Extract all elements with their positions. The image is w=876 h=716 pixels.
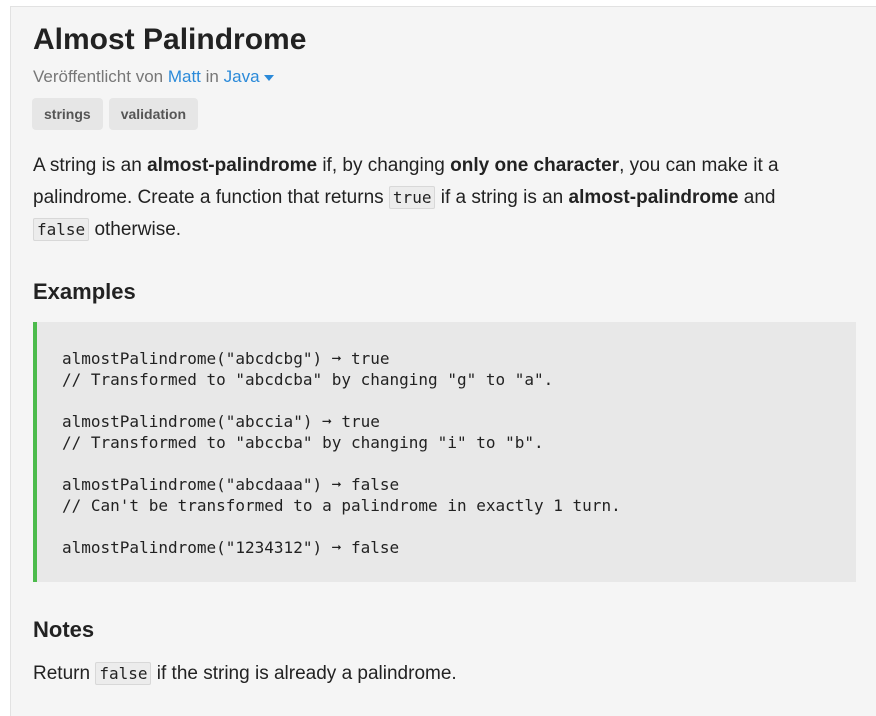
byline: Veröffentlicht von Matt in Java (33, 67, 274, 87)
challenge-panel: Almost Palindrome Veröffentlicht von Mat… (10, 6, 876, 716)
notes-heading: Notes (33, 617, 95, 642)
examples-heading: Examples (33, 279, 136, 304)
chevron-down-icon (263, 74, 274, 81)
tag-strings[interactable]: strings (32, 98, 103, 130)
notes-text: Return false if the string is already a … (33, 662, 457, 685)
note-text: if the string is already a palindrome. (151, 663, 457, 684)
desc-emphasis: only one character (450, 155, 620, 176)
byline-prefix: Veröffentlicht von (33, 67, 164, 86)
examples-code-block: almostPalindrome("abcdcbg") ➞ true // Tr… (33, 322, 856, 582)
code-line: almostPalindrome("abcdaaa") ➞ false (62, 475, 400, 494)
challenge-title: Almost Palindrome (33, 23, 307, 56)
desc-text: if, by changing (317, 155, 451, 176)
code-line: almostPalindrome("abccia") ➞ true (62, 412, 380, 431)
tag-list: strings validation (32, 98, 199, 130)
challenge-description: A string is an almost-palindrome if, by … (33, 150, 833, 246)
code-line: almostPalindrome("abcdcbg") ➞ true (62, 349, 390, 368)
tag-validation[interactable]: validation (108, 98, 199, 130)
desc-emphasis: almost-palindrome (147, 155, 318, 176)
desc-text: otherwise. (89, 219, 182, 240)
language-dropdown[interactable]: Java (224, 67, 274, 86)
code-comment: // Transformed to "abcdcba" by changing … (62, 370, 554, 389)
code-comment: // Transformed to "abccba" by changing "… (62, 433, 544, 452)
author-link[interactable]: Matt (168, 67, 201, 86)
desc-text: A string is an (33, 155, 148, 176)
desc-emphasis: almost-palindrome (568, 187, 739, 208)
inline-code: false (95, 662, 152, 685)
inline-code: true (388, 186, 436, 209)
code-comment: // Can't be transformed to a palindrome … (62, 496, 621, 515)
language-label: Java (223, 67, 260, 86)
inline-code: false (33, 218, 90, 241)
desc-text: and (738, 187, 776, 208)
note-text: Return (33, 663, 96, 684)
code-line: almostPalindrome("1234312") ➞ false (62, 538, 400, 557)
desc-text: if a string is an (435, 187, 569, 208)
byline-in: in (205, 67, 219, 86)
